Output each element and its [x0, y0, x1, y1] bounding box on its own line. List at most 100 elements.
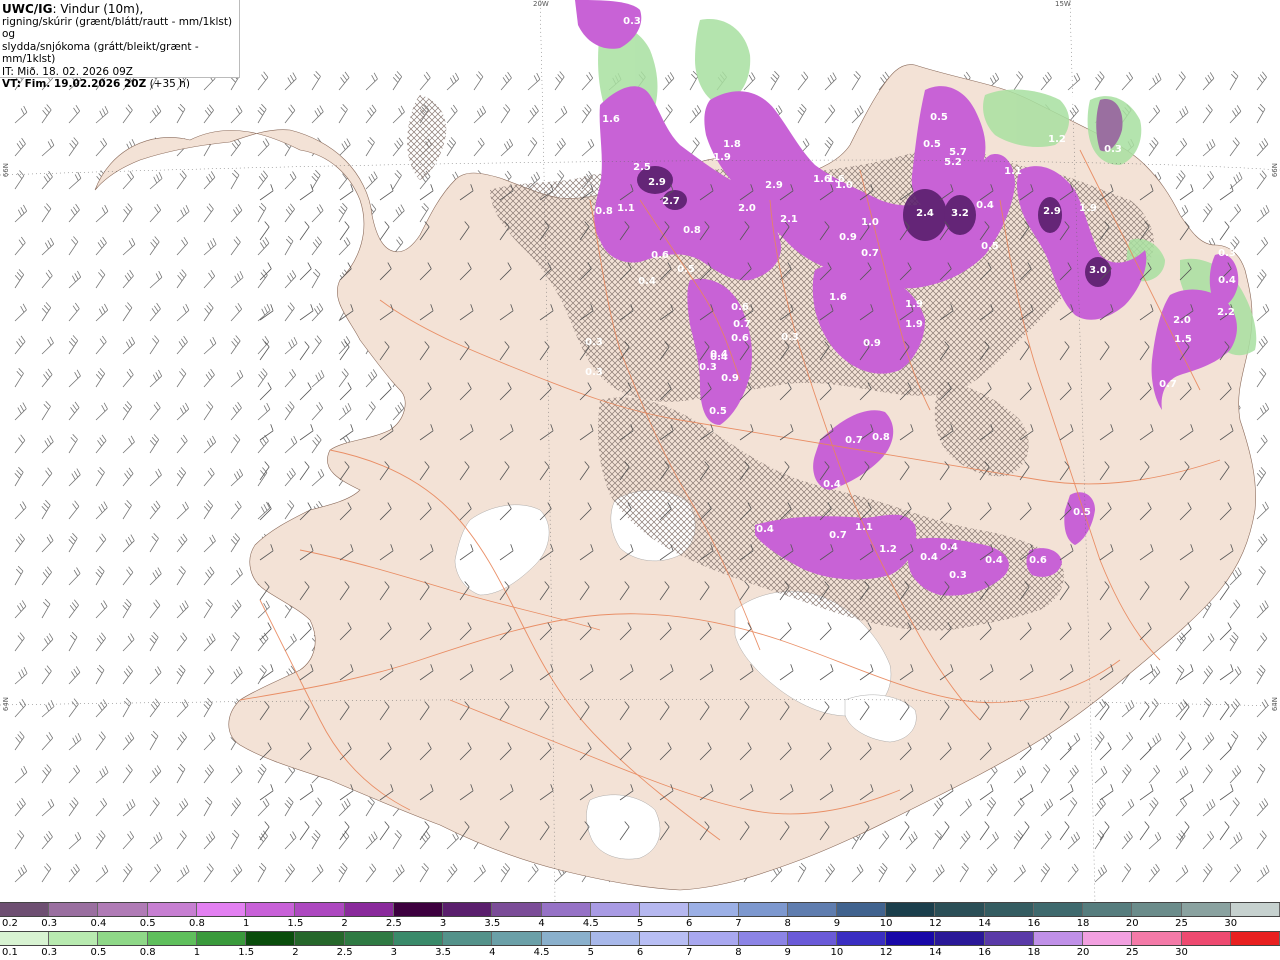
wind-barb	[284, 72, 297, 91]
wind-barb	[1256, 632, 1268, 652]
precip-value-label: 1.8	[723, 139, 741, 150]
wind-barb	[14, 368, 24, 388]
wind-barb	[446, 831, 459, 850]
wind-barb	[257, 402, 271, 421]
wind-barb	[68, 599, 79, 619]
wind-barb	[979, 821, 990, 841]
wind-barb	[1202, 170, 1215, 190]
wind-barb	[149, 730, 159, 751]
wind-barb	[95, 797, 108, 817]
wind-barb	[1094, 830, 1105, 850]
precip-value-label: 0.3	[949, 570, 967, 581]
precip-value-label: 0.8	[872, 432, 890, 443]
longitude-label-right: 15W	[1055, 0, 1071, 8]
legend-swatch	[1181, 932, 1231, 945]
wind-barb	[41, 534, 54, 553]
wind-barb	[311, 468, 325, 487]
wind-barb	[1067, 764, 1079, 784]
wind-barb	[299, 341, 310, 361]
wind-barb	[339, 184, 354, 201]
legend-rain-swatches	[0, 931, 1280, 946]
legend-swatch	[1230, 903, 1280, 916]
legend-swatch	[492, 932, 542, 945]
wind-barb	[905, 831, 918, 850]
precip-value-label: 1.1	[617, 203, 635, 214]
wind-barb	[311, 169, 321, 190]
precip-value-label: 3.0	[1089, 265, 1107, 276]
wind-barb	[338, 403, 352, 421]
map-area[interactable]: 1.6 2.5 2.9 2.7 1.1 0.8 1.8 1.9 1.6 2.0 2.9 2.1 1.6 1…	[0, 0, 1280, 902]
wind-barb	[257, 632, 269, 652]
wind-barb	[149, 434, 160, 454]
wind-barb	[1256, 138, 1269, 157]
wind-barb	[203, 732, 216, 751]
wind-barb	[1219, 622, 1232, 641]
wind-barb	[581, 138, 595, 157]
wind-barb	[554, 137, 566, 157]
wind-barb	[851, 71, 861, 91]
wind-barb	[1067, 72, 1081, 91]
wind-barb	[1121, 71, 1134, 91]
precip-value-label: 0.5	[981, 241, 999, 252]
wind-barb	[311, 71, 321, 91]
wind-barb	[338, 798, 351, 817]
legend-swatch	[590, 903, 641, 916]
wind-barb	[68, 567, 81, 586]
legend-tick-label: 1	[242, 918, 250, 929]
wind-barb	[95, 303, 109, 322]
wind-barb	[203, 435, 217, 454]
wind-barb	[284, 203, 295, 223]
wind-barb	[1202, 863, 1213, 883]
wind-barb	[41, 435, 54, 454]
wind-barb	[1229, 203, 1242, 223]
precip-value-label: 1.6	[829, 292, 847, 303]
wind-barb	[14, 466, 24, 487]
wind-barb	[1256, 830, 1267, 850]
wind-barb	[68, 302, 80, 322]
wind-barb	[95, 766, 109, 784]
wind-barb	[203, 104, 214, 124]
wind-barb	[1013, 71, 1024, 91]
wind-barb	[1067, 831, 1081, 850]
wind-barb	[122, 336, 136, 355]
wind-barb	[14, 137, 26, 157]
wind-barb	[1202, 799, 1216, 817]
wind-barb	[1219, 184, 1234, 201]
legend-swatch	[246, 903, 296, 916]
legend-swatch	[147, 903, 197, 916]
wind-barb	[41, 566, 52, 586]
legend-tick-label: 0.3	[41, 947, 58, 958]
wind-barb	[203, 171, 216, 190]
wind-barb	[1067, 863, 1079, 883]
legend-swatch	[0, 903, 50, 916]
wind-barb	[41, 302, 52, 322]
wind-barb	[1040, 764, 1051, 784]
wind-barb	[1139, 701, 1150, 721]
wind-barb	[1059, 784, 1074, 801]
wind-barb	[1067, 732, 1081, 751]
legend-tick-label: 12	[929, 918, 942, 929]
wind-barb	[203, 796, 213, 817]
precip-value-label: 0.3	[585, 337, 603, 348]
legend-tick-label: 3	[439, 918, 447, 929]
wind-barb	[1121, 863, 1132, 883]
wind-barb	[230, 567, 243, 586]
wind-barb	[527, 137, 538, 157]
wind-barb	[176, 632, 188, 652]
wind-barb	[41, 368, 53, 388]
wind-barb	[14, 105, 28, 124]
legend-tick-label: 20	[1125, 918, 1139, 929]
wind-barb	[203, 467, 215, 487]
wind-barb	[939, 821, 950, 841]
wind-barb	[1059, 821, 1070, 841]
wind-barb	[230, 599, 242, 619]
legend-tick-label: 2	[292, 947, 299, 958]
wind-barb	[122, 665, 133, 685]
legend-tick-label: 30	[1224, 918, 1238, 929]
wind-barb	[339, 382, 352, 401]
wind-barb	[203, 368, 215, 388]
wind-barb	[149, 270, 163, 289]
wind-barb	[473, 71, 484, 91]
precip-value-label: 0.3	[623, 16, 641, 27]
precip-value-label: 5.2	[944, 157, 962, 168]
